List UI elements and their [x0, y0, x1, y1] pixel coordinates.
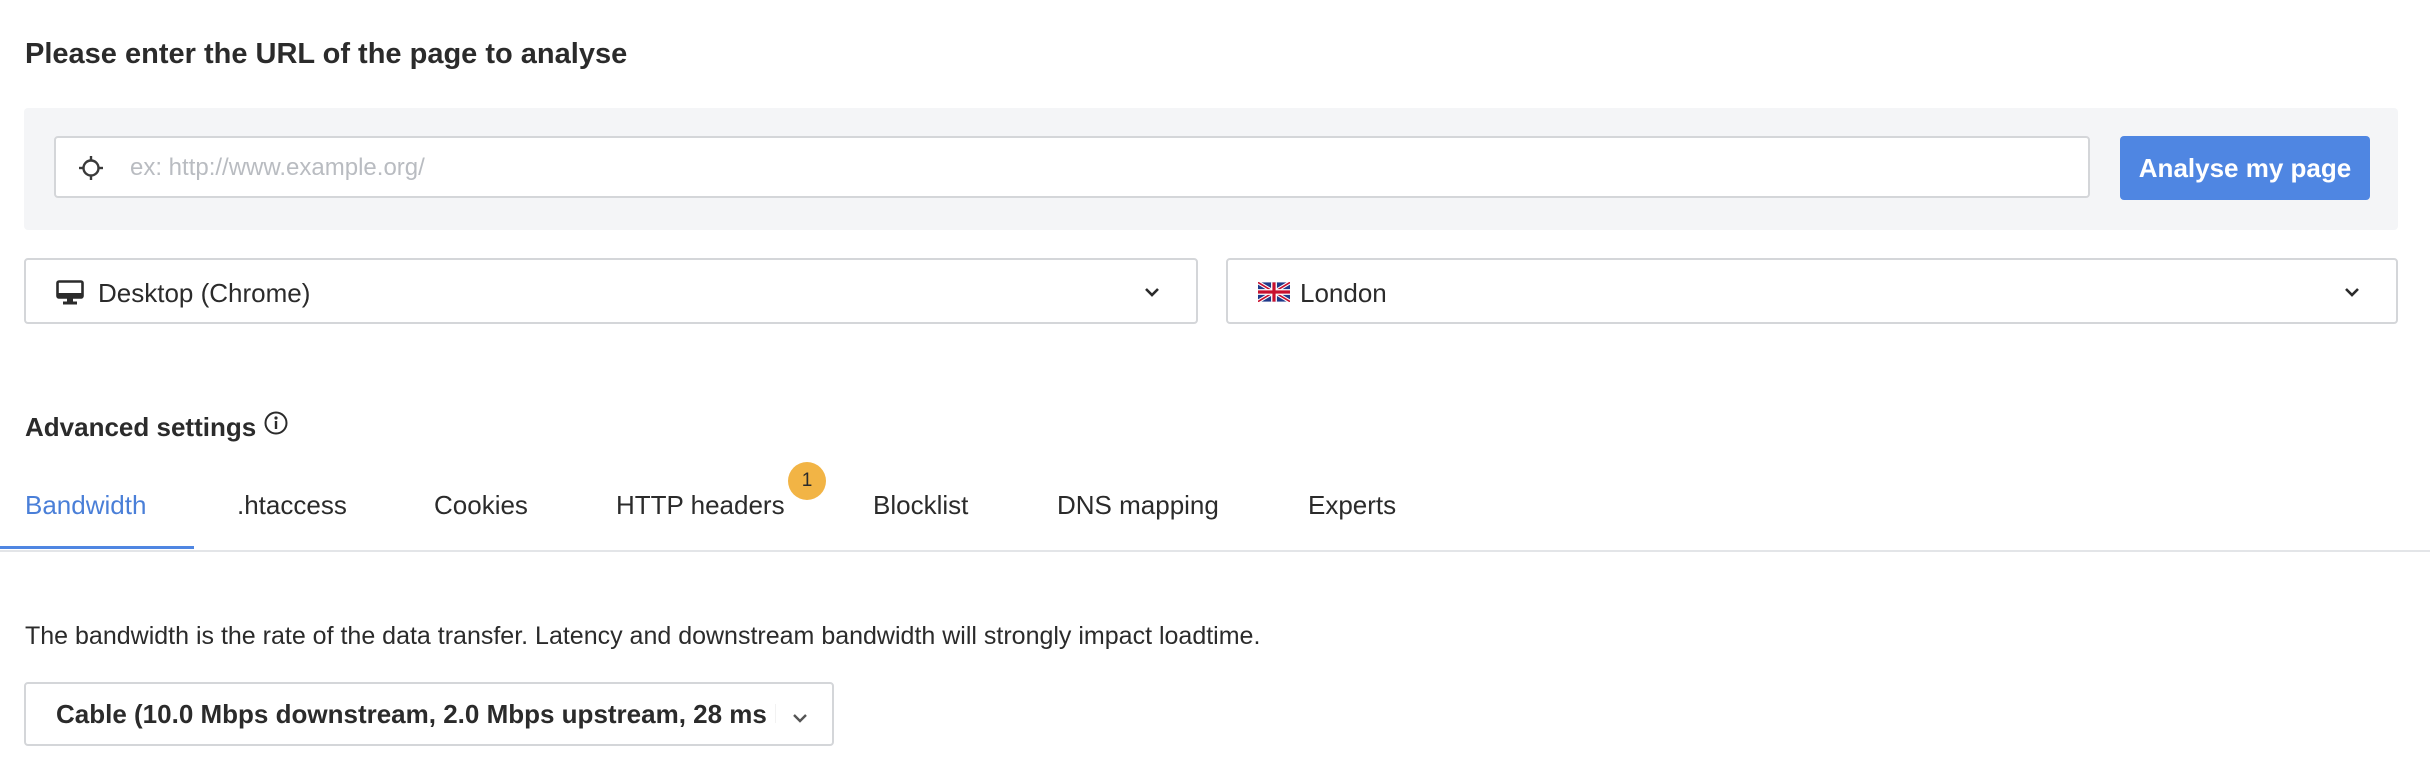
- tab-bandwidth[interactable]: Bandwidth: [25, 490, 146, 521]
- chevron-down-icon: [793, 714, 807, 723]
- settings-tabs: Bandwidth .htaccess Cookies HTTP headers…: [0, 468, 2430, 552]
- crosshair-icon: [78, 155, 104, 181]
- device-select[interactable]: Desktop (Chrome): [24, 258, 1198, 324]
- chevron-down-icon: [1145, 288, 1159, 297]
- bandwidth-select-value: Cable (10.0 Mbps downstream, 2.0 Mbps up…: [56, 699, 776, 729]
- monitor-icon: [56, 280, 84, 311]
- chevron-down-icon: [2345, 288, 2359, 297]
- location-select[interactable]: London: [1226, 258, 2398, 324]
- url-panel: Analyse my page: [24, 108, 2398, 230]
- bandwidth-description: The bandwidth is the rate of the data tr…: [25, 622, 1261, 650]
- tab-blocklist[interactable]: Blocklist: [873, 490, 968, 521]
- device-select-value: Desktop (Chrome): [98, 278, 311, 308]
- http-headers-count-badge: 1: [788, 462, 826, 500]
- page-heading: Please enter the URL of the page to anal…: [25, 38, 628, 70]
- location-select-value: London: [1300, 278, 1387, 308]
- tab-http-headers[interactable]: HTTP headers: [616, 490, 785, 521]
- info-icon[interactable]: [263, 410, 289, 436]
- tab-htaccess[interactable]: .htaccess: [237, 490, 347, 521]
- uk-flag-icon: [1257, 280, 1291, 307]
- tab-cookies[interactable]: Cookies: [434, 490, 528, 521]
- advanced-settings-label: Advanced settings: [25, 412, 257, 442]
- active-tab-indicator: [0, 546, 194, 549]
- bandwidth-select[interactable]: Cable (10.0 Mbps downstream, 2.0 Mbps up…: [24, 682, 834, 746]
- tab-experts[interactable]: Experts: [1308, 490, 1396, 521]
- analyse-button[interactable]: Analyse my page: [2120, 136, 2370, 200]
- tab-dns-mapping[interactable]: DNS mapping: [1057, 490, 1219, 521]
- url-input[interactable]: [128, 138, 2078, 198]
- url-input-wrapper[interactable]: [54, 136, 2090, 198]
